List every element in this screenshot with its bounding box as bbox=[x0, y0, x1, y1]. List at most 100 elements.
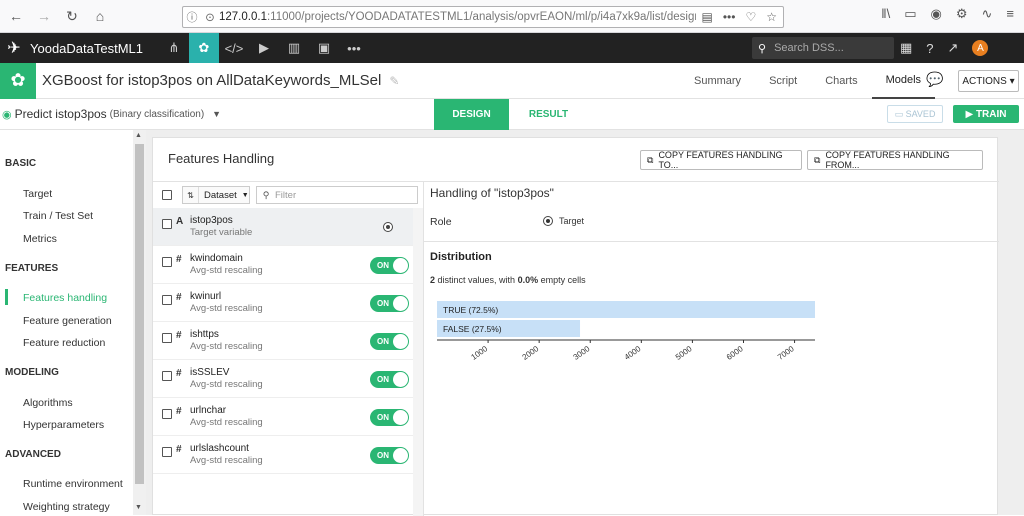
ml-model-icon: ✿ bbox=[0, 62, 36, 99]
scroll-up-icon[interactable]: ▲ bbox=[135, 132, 142, 139]
sidebar-item-hyperparameters[interactable]: Hyperparameters bbox=[23, 419, 104, 431]
discussions-icon[interactable]: 💬 bbox=[923, 71, 947, 91]
app-topbar: ✈ YoodaDataTestML1 ⋔ ✿ </> ▶ ▥ ▣ ••• ⚲ S… bbox=[0, 33, 1024, 63]
extension2-icon[interactable]: ∿ bbox=[982, 6, 993, 22]
dss-logo-icon[interactable]: ✈ bbox=[0, 33, 28, 63]
tab-result[interactable]: RESULT bbox=[511, 99, 586, 130]
bar-label: FALSE (27.5%) bbox=[443, 324, 502, 334]
menu-icon[interactable]: ≡ bbox=[1006, 6, 1014, 22]
tab-script[interactable]: Script bbox=[755, 63, 811, 99]
feature-toggle[interactable]: ON bbox=[370, 257, 409, 274]
saved-button[interactable]: ▭ SAVED bbox=[887, 105, 943, 123]
sidebar-item-feature-generation[interactable]: Feature generation bbox=[23, 315, 112, 327]
sidebar-item-metrics[interactable]: Metrics bbox=[23, 233, 57, 245]
copy-to-button[interactable]: ⧉ COPY FEATURES HANDLING TO... bbox=[640, 150, 802, 170]
numeric-type-icon: # bbox=[176, 444, 182, 455]
activity-icon[interactable]: ↗ bbox=[948, 40, 959, 56]
bookmark-star-icon[interactable]: ☆ bbox=[766, 10, 777, 24]
feature-toggle[interactable]: ON bbox=[370, 295, 409, 312]
sidebar-item-target[interactable]: Target bbox=[23, 188, 52, 200]
sort-dropdown[interactable]: ⇅ Dataset ▼ bbox=[182, 186, 250, 204]
sort-icon: ⇅ bbox=[183, 187, 199, 203]
feature-toggle[interactable]: ON bbox=[370, 447, 409, 464]
sidebar-item-train-test[interactable]: Train / Test Set bbox=[23, 210, 93, 222]
target-icon: ◉ bbox=[2, 108, 12, 121]
feature-toggle[interactable]: ON bbox=[370, 409, 409, 426]
feature-row-isSSLEV[interactable]: # isSSLEV Avg-std rescaling ON bbox=[153, 360, 413, 398]
sidebar-item-algorithms[interactable]: Algorithms bbox=[23, 397, 73, 409]
sidebar-item-features-handling[interactable]: Features handling bbox=[23, 292, 107, 304]
edit-icon[interactable]: ✎ bbox=[389, 74, 399, 88]
select-all-checkbox[interactable] bbox=[162, 190, 172, 200]
scrollbar-thumb[interactable] bbox=[135, 144, 144, 484]
feature-row-istop3pos[interactable]: A istop3pos Target variable bbox=[153, 208, 413, 246]
copy-from-button[interactable]: ⧉ COPY FEATURES HANDLING FROM... bbox=[807, 150, 983, 170]
actions-button[interactable]: ACTIONS ▾ bbox=[958, 70, 1019, 92]
sidebar-icon[interactable]: ▭ bbox=[904, 6, 916, 22]
feature-checkbox[interactable] bbox=[162, 333, 172, 343]
account-icon[interactable]: ◉ bbox=[931, 6, 942, 22]
train-button[interactable]: ▶ TRAIN bbox=[953, 105, 1019, 123]
jobs-icon[interactable]: ▥ bbox=[279, 33, 309, 63]
feature-checkbox[interactable] bbox=[162, 257, 172, 267]
feature-row-urlslashcount[interactable]: # urlslashcount Avg-std rescaling ON bbox=[153, 436, 413, 474]
filter-input[interactable]: ⚲ Filter bbox=[256, 186, 418, 204]
tab-charts[interactable]: Charts bbox=[811, 63, 871, 99]
pocket-icon[interactable]: ♡ bbox=[745, 10, 756, 24]
run-icon[interactable]: ▶ bbox=[249, 33, 279, 63]
feature-handling: Avg-std rescaling bbox=[190, 379, 263, 390]
role-target-radio[interactable] bbox=[543, 216, 553, 226]
sidebar-item-weighting[interactable]: Weighting strategy bbox=[23, 501, 110, 513]
sidebar-item-runtime[interactable]: Runtime environment bbox=[23, 478, 123, 490]
sidebar-scrollbar[interactable]: ▲ ▼ bbox=[133, 130, 146, 515]
feature-row-ishttps[interactable]: # ishttps Avg-std rescaling ON bbox=[153, 322, 413, 360]
site-icon: ⊙ bbox=[205, 12, 215, 24]
forward-icon[interactable]: → bbox=[32, 4, 56, 28]
scroll-down-icon[interactable]: ▼ bbox=[135, 504, 142, 511]
more-menu-icon[interactable]: ••• bbox=[339, 33, 369, 63]
feature-row-kwinurl[interactable]: # kwinurl Avg-std rescaling ON bbox=[153, 284, 413, 322]
feature-checkbox[interactable] bbox=[162, 295, 172, 305]
flow-icon[interactable]: ⋔ bbox=[159, 33, 189, 63]
reload-icon[interactable]: ↻ bbox=[60, 4, 84, 28]
page-info-icon[interactable]: ⓘ bbox=[183, 9, 201, 25]
tab-design[interactable]: DESIGN bbox=[434, 99, 509, 130]
feature-row-urlnchar[interactable]: # urlnchar Avg-std rescaling ON bbox=[153, 398, 413, 436]
avatar[interactable]: A bbox=[972, 40, 989, 56]
lab-icon[interactable]: ✿ bbox=[189, 33, 219, 63]
tab-summary[interactable]: Summary bbox=[680, 63, 755, 99]
reader-view-icon[interactable]: ▤ bbox=[702, 10, 713, 24]
more-icon[interactable]: ••• bbox=[723, 10, 736, 24]
search-input[interactable]: ⚲ Search DSS... bbox=[752, 37, 894, 59]
code-icon[interactable]: </> bbox=[219, 33, 249, 63]
feature-checkbox[interactable] bbox=[162, 447, 172, 457]
library-icon[interactable]: ‖\ bbox=[881, 6, 890, 22]
url-bar[interactable]: ⓘ ⊙ 127.0.0.1:11000/projects/YOODADATATE… bbox=[182, 6, 784, 28]
url-text[interactable]: 127.0.0.1:11000/projects/YOODADATATESTML… bbox=[219, 11, 696, 23]
feature-name: urlnchar bbox=[190, 405, 227, 416]
feature-list-scrollbar[interactable] bbox=[413, 208, 423, 516]
feature-toggle[interactable]: ON bbox=[370, 333, 409, 350]
project-name[interactable]: YoodaDataTestML1 bbox=[30, 41, 143, 56]
section-basic: BASIC bbox=[5, 158, 37, 169]
role-target-label[interactable]: Target bbox=[559, 216, 584, 226]
extension-icon[interactable]: ⚙ bbox=[956, 6, 968, 22]
feature-checkbox[interactable] bbox=[162, 409, 172, 419]
x-tick-label: 3000 bbox=[572, 344, 592, 362]
feature-checkbox[interactable] bbox=[162, 219, 172, 229]
feature-checkbox[interactable] bbox=[162, 371, 172, 381]
numeric-type-icon: # bbox=[176, 292, 182, 303]
sidebar-item-feature-reduction[interactable]: Feature reduction bbox=[23, 337, 105, 349]
x-tick-label: 4000 bbox=[623, 344, 643, 362]
home-icon[interactable]: ⌂ bbox=[88, 4, 112, 28]
feature-row-kwindomain[interactable]: # kwindomain Avg-std rescaling ON bbox=[153, 246, 413, 284]
play-icon: ▶ bbox=[965, 108, 974, 120]
handling-title: Handling of "istop3pos" bbox=[430, 186, 554, 200]
dashboard-icon[interactable]: ▣ bbox=[309, 33, 339, 63]
predict-selector[interactable]: ◉ Predict istop3pos (Binary classificati… bbox=[2, 107, 221, 121]
feature-toggle[interactable]: ON bbox=[370, 371, 409, 388]
apps-grid-icon[interactable]: ▦ bbox=[900, 40, 912, 56]
help-icon[interactable]: ? bbox=[926, 41, 933, 56]
distinct-text: distinct values, with bbox=[435, 275, 518, 285]
back-icon[interactable]: ← bbox=[4, 4, 28, 28]
